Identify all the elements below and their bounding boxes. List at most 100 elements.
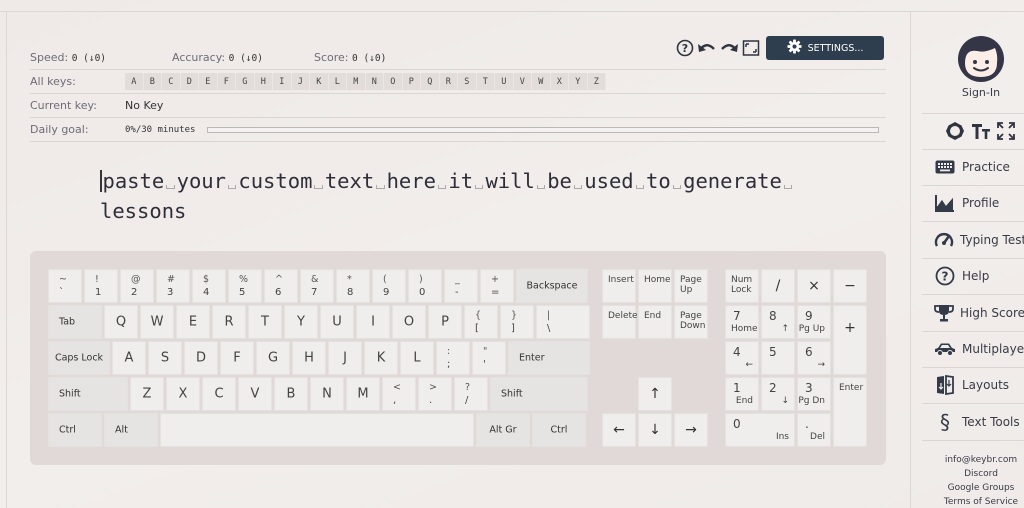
key-ctrl-left[interactable]: Ctrl	[48, 413, 102, 447]
key-num-3[interactable]: 3 Pg Dn	[797, 377, 831, 411]
key-backspace[interactable]: Backspace	[516, 269, 588, 303]
footer-link[interactable]: info@keybr.com	[922, 453, 1024, 467]
key-arrow-left[interactable]: ←	[602, 413, 636, 447]
key-delete[interactable]: Delete	[602, 305, 638, 339]
key-quote[interactable]: " '	[472, 341, 506, 375]
sidebar-item-profile[interactable]: Profile	[934, 185, 1024, 221]
sidebar-item-layouts[interactable]: Layouts	[934, 367, 1024, 403]
sidebar-item-text-tools[interactable]: § Text Tools	[934, 404, 1024, 440]
theme-icon[interactable]	[945, 121, 965, 145]
font-size-icon[interactable]	[971, 122, 991, 144]
practice-text-area[interactable]: paste your custom text here it will be used to gen…	[100, 166, 800, 226]
key-0[interactable]: ) 0	[408, 269, 442, 303]
avatar[interactable]	[957, 35, 1005, 83]
key-page-down[interactable]: Page Down	[674, 305, 708, 339]
sidebar-item-typing-test[interactable]: Typing Test	[934, 222, 1024, 258]
key-ctrl-right[interactable]: Ctrl	[532, 413, 586, 447]
key-num-plus[interactable]: +	[833, 305, 867, 375]
key-b[interactable]: B	[274, 377, 308, 411]
footer-link[interactable]: Terms of Service	[922, 495, 1024, 508]
key-q[interactable]: Q	[104, 305, 138, 339]
key-num-decimal[interactable]: . Del	[797, 413, 831, 447]
footer-link[interactable]: Google Groups	[922, 481, 1024, 495]
key-a[interactable]: A	[112, 341, 146, 375]
key-j[interactable]: J	[328, 341, 362, 375]
key-f[interactable]: F	[220, 341, 254, 375]
key-t[interactable]: T	[248, 305, 282, 339]
key-l[interactable]: L	[400, 341, 434, 375]
sidebar-item-high-scores[interactable]: High Scores	[934, 295, 1024, 331]
key-altgr[interactable]: Alt Gr	[476, 413, 530, 447]
sidebar-item-multiplayer[interactable]: Multiplayer	[934, 331, 1024, 367]
key--[interactable]: _ -	[444, 269, 478, 303]
key-num-0[interactable]: 0 Ins	[725, 413, 795, 447]
key-num-5[interactable]: 5	[761, 341, 795, 375]
key-semicolon[interactable]: :;	[436, 341, 470, 375]
key-num-multiply[interactable]: ×	[797, 269, 831, 303]
key-h[interactable]: H	[292, 341, 326, 375]
sign-in-link[interactable]: Sign-In	[911, 86, 1024, 99]
key-n[interactable]: N	[310, 377, 344, 411]
key-comma[interactable]: <,	[382, 377, 416, 411]
key-7[interactable]: & 7	[300, 269, 334, 303]
key-num-minus[interactable]: −	[833, 269, 867, 303]
key-shift-right[interactable]: Shift	[490, 377, 588, 411]
key-backslash[interactable]: | \	[536, 305, 590, 339]
key-p[interactable]: P	[428, 305, 462, 339]
key-w[interactable]: W	[140, 305, 174, 339]
key-bracket-left[interactable]: {[	[464, 305, 498, 339]
sidebar-item-practice[interactable]: Practice	[934, 149, 1024, 185]
key-arrow-right[interactable]: →	[674, 413, 708, 447]
key-arrow-down[interactable]: ↓	[638, 413, 672, 447]
key-d[interactable]: D	[184, 341, 218, 375]
key-alt[interactable]: Alt	[104, 413, 158, 447]
key-u[interactable]: U	[320, 305, 354, 339]
key-enter[interactable]: Enter	[508, 341, 590, 375]
key-num-lock[interactable]: Num Lock	[725, 269, 759, 303]
key-num-2[interactable]: 2 ↓	[761, 377, 795, 411]
key-slash[interactable]: ? /	[454, 377, 488, 411]
footer-link[interactable]: Discord	[922, 467, 1024, 481]
key-x[interactable]: X	[166, 377, 200, 411]
key-4[interactable]: $4	[192, 269, 226, 303]
key-8[interactable]: * 8	[336, 269, 370, 303]
expand-icon[interactable]	[997, 122, 1015, 144]
key-y[interactable]: Y	[284, 305, 318, 339]
key-num-1[interactable]: 1 End	[725, 377, 759, 411]
key-m[interactable]: M	[346, 377, 380, 411]
key-z[interactable]: Z	[130, 377, 164, 411]
key-r[interactable]: R	[212, 305, 246, 339]
key-6[interactable]: ^ 6	[264, 269, 298, 303]
key-c[interactable]: C	[202, 377, 236, 411]
key-tab[interactable]: Tab	[48, 305, 102, 339]
key-num-divide[interactable]: /	[761, 269, 795, 303]
key-g[interactable]: G	[256, 341, 290, 375]
key-o[interactable]: O	[392, 305, 426, 339]
key-`[interactable]: ~ `	[48, 269, 82, 303]
key-page-up[interactable]: Page Up	[674, 269, 708, 303]
key-3[interactable]: #3	[156, 269, 190, 303]
key-caps-lock[interactable]: Caps Lock	[48, 341, 110, 375]
key-insert[interactable]: Insert	[602, 269, 636, 303]
key-i[interactable]: I	[356, 305, 390, 339]
key-num-enter[interactable]: Enter	[833, 377, 867, 447]
key-1[interactable]: ! 1	[84, 269, 118, 303]
key-num-8[interactable]: 8 ↑	[761, 305, 795, 339]
key-num-6[interactable]: 6 →	[797, 341, 831, 375]
key-s[interactable]: S	[148, 341, 182, 375]
key-2[interactable]: @2	[120, 269, 154, 303]
key-end[interactable]: End	[638, 305, 672, 339]
key-5[interactable]: % 5	[228, 269, 262, 303]
key-=[interactable]: + =	[480, 269, 514, 303]
key-9[interactable]: (9	[372, 269, 406, 303]
key-num-9[interactable]: 9 Pg Up	[797, 305, 831, 339]
key-home[interactable]: Home	[638, 269, 672, 303]
key-shift-left[interactable]: Shift	[48, 377, 128, 411]
key-num-7[interactable]: 7 Home	[725, 305, 759, 339]
key-space[interactable]	[160, 413, 474, 447]
key-num-4[interactable]: 4 ←	[725, 341, 759, 375]
key-v[interactable]: V	[238, 377, 272, 411]
key-k[interactable]: K	[364, 341, 398, 375]
key-bracket-right[interactable]: }]	[500, 305, 534, 339]
key-period[interactable]: >.	[418, 377, 452, 411]
